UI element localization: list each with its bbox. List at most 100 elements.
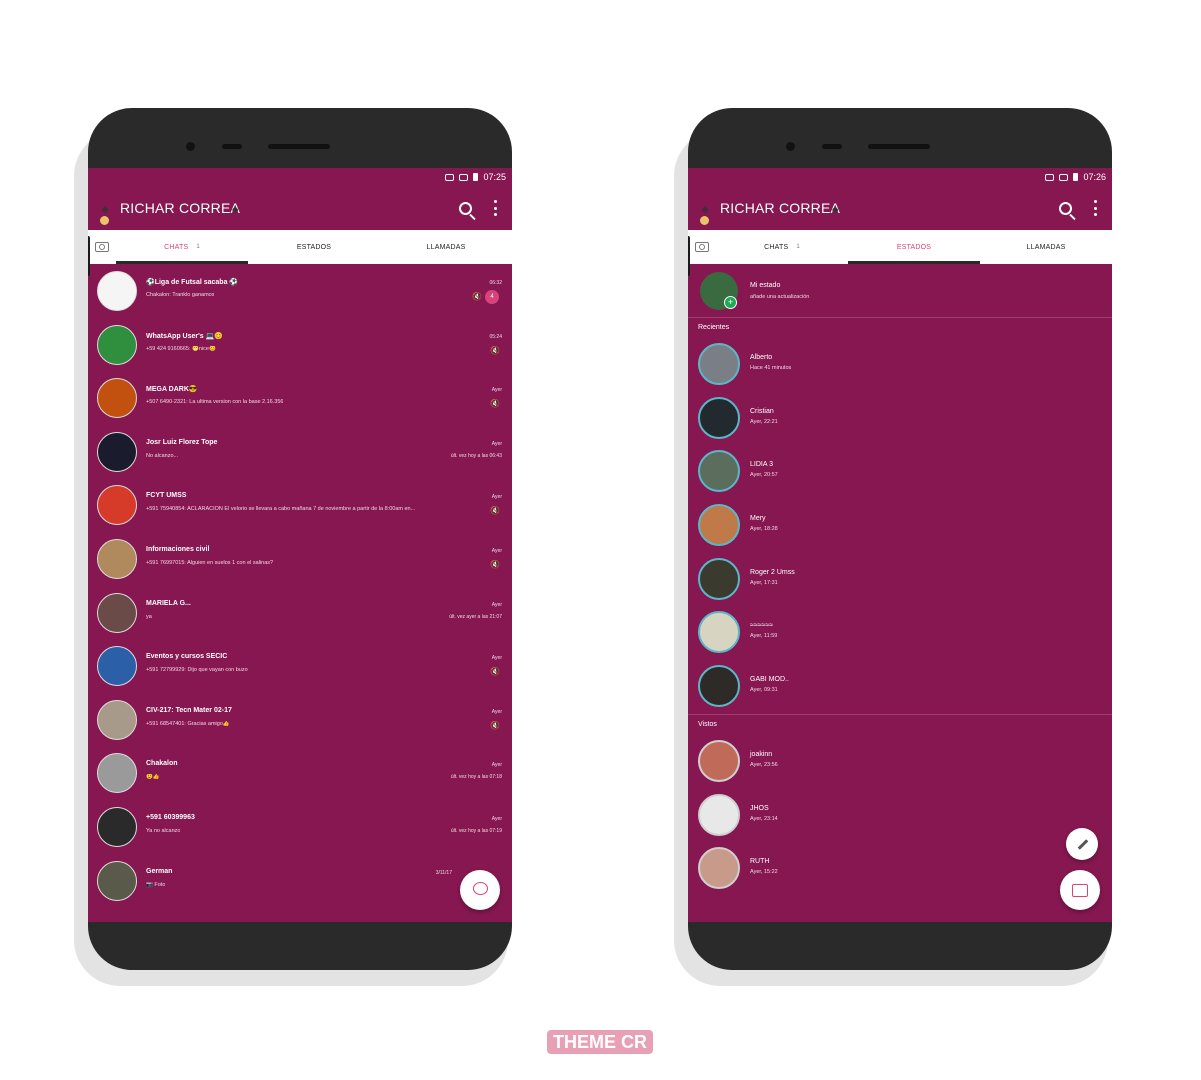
chat-name: Chakalon [146,760,178,768]
more-vert-icon[interactable] [1094,200,1098,216]
list-item[interactable]: Cristian Ayer, 22:21 [688,392,1112,446]
mute-icon: 🔇 [490,506,500,516]
chat-message: Ya no alcanzo [146,827,181,834]
emoji-icon [100,216,109,225]
list-item[interactable]: WhatsApp User's 💻😊 +59 424 9160665: 😁nic… [88,318,512,372]
list-item[interactable]: Eventos y cursos SECIC +591 72799929: Di… [88,639,512,693]
tab-label: ESTADOS [896,243,932,251]
avatar [97,271,137,311]
tab-label: CHATS [164,243,189,251]
tab-llamadas[interactable]: LLAMADAS [980,230,1112,264]
chat-name: FCYT UMSS [146,492,187,500]
mute-icon: 🔇 [490,399,500,409]
emoji-icon [700,216,709,225]
tab-llamadas[interactable]: LLAMADAS [380,230,512,264]
chat-message: +59 424 9160665: 😁nice😊 [146,345,216,352]
chat-name: ⚽Liga de Futsal sacaba ⚽ [146,279,239,286]
tab-estados[interactable]: ESTADOS [848,230,980,264]
my-status-name: Mi estado [750,282,781,289]
status-time: Ayer, 22:21 [750,418,778,425]
status-name: RUTH [750,858,770,866]
avatar [698,396,740,439]
sensor-icon [222,144,242,149]
list-item[interactable]: ⚽Liga de Futsal sacaba ⚽ Chakalon: Trank… [88,264,512,318]
chat-time: Ayer [491,601,502,608]
list-item[interactable]: +591 60399963 Ya no alcanzo Ayer últ. ve… [88,800,512,854]
my-status-sub: añade una actualización [750,294,810,300]
signal-icon [1059,173,1069,181]
tab-camera[interactable] [688,230,716,264]
speaker-grille [868,144,930,149]
avatar [698,847,740,890]
list-item[interactable]: Alberto Hace 41 minutos [688,338,1112,392]
vibrate-icon [1045,173,1055,181]
camera-icon [695,242,709,252]
search-icon[interactable] [1059,202,1072,215]
search-icon[interactable] [459,202,472,215]
status-name: Mery [750,515,766,523]
app-title: RICHAR CORREA [720,200,841,216]
chat-name: +591 60399963 [146,813,195,821]
avatar [97,753,137,794]
last-seen: últ. vez ayer a las 21:07 [449,613,502,620]
list-item[interactable]: MARIELA G... ya Ayer últ. vez ayer a las… [88,586,512,640]
add-status-icon: + [724,296,737,309]
list-item[interactable]: Josr Luiz Florez Tope No alcanzo... Ayer… [88,425,512,479]
list-item[interactable]: ≈≈≈≈≈≈ Ayer, 11:59 [688,606,1112,660]
chat-message: No alcanzo... [146,452,179,459]
text-status-button[interactable] [1066,828,1098,860]
last-seen: últ. vez hoy a las 06:43 [450,452,502,459]
list-item[interactable]: CIV-217: Tecn Mater 02-17 +591 68547401:… [88,693,512,747]
tab-estados[interactable]: ESTADOS [248,230,380,264]
chat-time: Ayer [491,815,502,822]
avatar [698,557,740,600]
list-item[interactable]: MEGA DARK😎 +507 6490-2321: La ultima ver… [88,371,512,425]
list-item[interactable]: LIDIA 3 Ayer, 20:57 [688,445,1112,499]
chat-name: Informaciones civil [146,545,210,553]
list-item[interactable]: Mery Ayer, 18:28 [688,499,1112,553]
chat-time: Ayer [491,387,502,394]
tab-label: LLAMADAS [1026,243,1066,251]
avatar [698,504,740,547]
chat-time: Ayer [491,655,502,662]
status-name: LIDIA 3 [750,461,773,469]
side-button [88,236,90,276]
tab-camera[interactable] [88,230,116,264]
chat-name: MEGA DARK😎 [146,386,198,394]
tab-bar: CHATS 1 ESTADOS LLAMADAS [688,230,1112,264]
chat-name: Eventos y cursos SECIC [146,653,228,661]
tab-chats[interactable]: CHATS 1 [116,230,248,264]
more-vert-icon[interactable] [494,200,498,216]
unread-badge: 4 [485,290,499,304]
list-item[interactable]: Informaciones civil +591 76997015: Algui… [88,532,512,586]
my-status[interactable]: + Mi estado añade una actualización [688,264,1112,318]
list-item[interactable]: FCYT UMSS +591 75940854: ACLARACIÓN El v… [88,478,512,532]
chat-time: Ayer [491,494,502,501]
status-time: Hace 41 minutos [750,365,792,371]
avatar [97,806,137,847]
status-name: Cristian [750,407,774,415]
chat-message: 😉👍 [146,774,160,781]
battery-icon [1073,173,1079,181]
vibrate-icon [445,173,455,181]
app-bar: ♠ RICHAR CORREA ♠ [88,186,512,230]
status-time: Ayer, 09:31 [750,687,778,694]
status-screen: 07:26 ♠ RICHAR CORREA ♠ CHATS 1 ESTADOS L… [688,168,1112,922]
list-item[interactable]: German 📷 Foto 3/11/17 [88,854,512,908]
camera-icon [95,242,109,252]
new-chat-button[interactable] [460,870,500,910]
list-item[interactable]: Chakalon 😉👍 Ayer últ. vez hoy a las 07:1… [88,746,512,800]
status-name: GABI MOD.. [750,676,789,684]
chat-message: Chakalon: Tranklo ganamos [146,292,215,298]
list-item[interactable]: RUTH Ayer, 15:22 [688,842,1112,896]
app-bar: ♠ RICHAR CORREA ♠ [688,186,1112,230]
list-item[interactable]: joakinn Ayer, 23:56 [688,735,1112,789]
sensor-icon [822,144,842,149]
avatar [97,699,137,740]
list-item[interactable]: Roger 2 Umss Ayer, 17:31 [688,553,1112,607]
status-time: Ayer, 18:28 [750,526,778,533]
list-item[interactable]: JHOS Ayer, 23:14 [688,789,1112,843]
list-item[interactable]: GABI MOD.. Ayer, 09:31 [688,660,1112,714]
tab-chats[interactable]: CHATS 1 [716,230,848,264]
camera-status-button[interactable] [1060,870,1100,910]
